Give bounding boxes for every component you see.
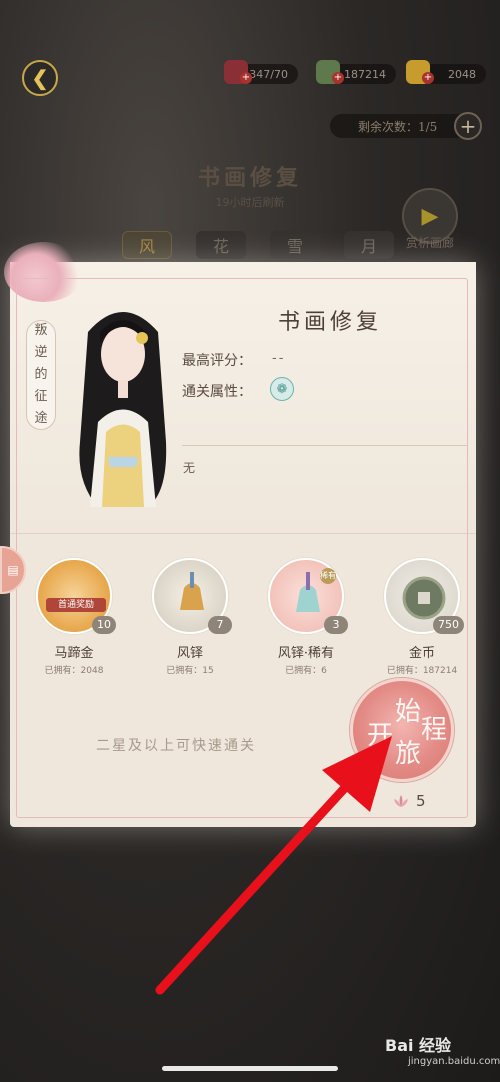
- gold-resource: + 2048: [406, 60, 486, 84]
- tab-wind[interactable]: 风: [122, 231, 172, 259]
- first-clear-badge: 首通奖励: [46, 598, 106, 612]
- divider: [182, 445, 468, 446]
- add-silver-button[interactable]: +: [332, 72, 344, 84]
- reward-count: 10: [92, 616, 116, 634]
- stage-description: 无: [183, 461, 196, 475]
- coin-icon: 750: [384, 558, 464, 634]
- reward-name: 风铎: [176, 646, 203, 661]
- stamina-resource: + 347/70: [224, 60, 298, 84]
- stamina-value: 347/70: [249, 67, 288, 81]
- reward-owned: 已拥有：187214: [386, 666, 458, 676]
- chapter-tag: 叛 逆 的 征 途: [26, 320, 56, 430]
- refresh-timer: 19小时后刷新: [215, 196, 285, 209]
- rewards-row: 首通奖励 10 马蹄金 已拥有：2048 7 风铎 已拥有：15 稀有 3 风铎…: [32, 558, 464, 676]
- stamina-cost: 5: [392, 792, 426, 810]
- silver-value: 187214: [344, 67, 386, 81]
- reward-count: 750: [433, 616, 464, 634]
- baidu-jingyan-watermark: Bai 经验: [385, 1036, 452, 1055]
- quick-clear-hint: 二星及以上可快速通关: [96, 738, 256, 754]
- reward-item[interactable]: 750 金币 已拥有：187214: [372, 558, 472, 676]
- stamina-cost-value: 5: [416, 792, 426, 810]
- season-tabs: 风 花 雪 月: [122, 231, 394, 259]
- mode-title: 书画修复: [197, 165, 302, 191]
- character-portrait: [79, 312, 167, 507]
- horseshoe-gold-icon: 首通奖励 10: [36, 558, 116, 634]
- play-icon: ▶: [421, 203, 439, 229]
- start-char: 旅: [395, 739, 422, 769]
- lotus-icon: [394, 795, 408, 807]
- rare-wind-bell-icon: 稀有 3: [268, 558, 348, 634]
- start-char: 开: [367, 721, 394, 751]
- reward-name: 马蹄金: [54, 646, 94, 661]
- reward-item[interactable]: 7 风铎 已拥有：15: [140, 558, 240, 676]
- side-expand-tab[interactable]: ▤: [0, 546, 26, 594]
- back-button[interactable]: ❮: [22, 60, 58, 96]
- reward-owned: 已拥有：2048: [44, 666, 104, 676]
- back-arrow-icon: ❮: [31, 66, 49, 90]
- reward-item[interactable]: 首通奖励 10 马蹄金 已拥有：2048: [24, 558, 124, 676]
- add-attempts-button[interactable]: +: [454, 112, 482, 140]
- reward-name: 风铎·稀有: [277, 646, 335, 661]
- chapter-char: 途: [34, 411, 48, 426]
- reward-name: 金币: [408, 646, 435, 661]
- start-char: 程: [421, 715, 448, 745]
- remaining-attempts: 剩余次数：1/5 +: [330, 112, 482, 140]
- reward-count: 3: [324, 616, 348, 634]
- tab-moon[interactable]: 月: [344, 231, 394, 259]
- chapter-char: 的: [34, 367, 48, 382]
- tab-flower[interactable]: 花: [196, 231, 246, 259]
- reward-item[interactable]: 稀有 3 风铎·稀有 已拥有：6: [256, 558, 356, 676]
- silver-resource: + 187214: [316, 60, 396, 84]
- stage-title: 书画修复: [277, 310, 382, 335]
- reward-count: 7: [208, 616, 232, 634]
- add-stamina-button[interactable]: +: [240, 72, 252, 84]
- gallery-label: 赏析画廊: [405, 236, 454, 250]
- start-char: 始: [395, 697, 422, 727]
- chapter-char: 叛: [34, 323, 48, 338]
- wind-attribute-icon: ❁: [270, 377, 294, 401]
- attribute-label: 通关属性：: [182, 384, 252, 400]
- clipboard-icon: ▤: [7, 563, 19, 577]
- stage-card: 叛 逆 的 征 途 书画修复 最高评分： -- 通关属性： ❁ 无 ▤ 首通奖励…: [0, 242, 476, 827]
- best-score-label: 最高评分：: [182, 353, 252, 369]
- watermark-url: jingyan.baidu.com: [408, 1056, 500, 1067]
- rare-tag: 稀有: [320, 568, 336, 584]
- remaining-label: 剩余次数：1/5: [358, 119, 438, 134]
- gold-value: 2048: [448, 67, 476, 81]
- reward-owned: 已拥有：6: [285, 666, 327, 676]
- wind-bell-icon: 7: [152, 558, 232, 634]
- chapter-char: 征: [34, 389, 48, 404]
- tab-snow[interactable]: 雪: [270, 231, 320, 259]
- best-score-value: --: [272, 350, 286, 366]
- start-journey-button[interactable]: 始 开 旅 程: [350, 678, 454, 782]
- chapter-char: 逆: [34, 345, 48, 360]
- reward-owned: 已拥有：15: [166, 666, 214, 676]
- add-gold-button[interactable]: +: [422, 72, 434, 84]
- home-indicator[interactable]: [162, 1066, 338, 1071]
